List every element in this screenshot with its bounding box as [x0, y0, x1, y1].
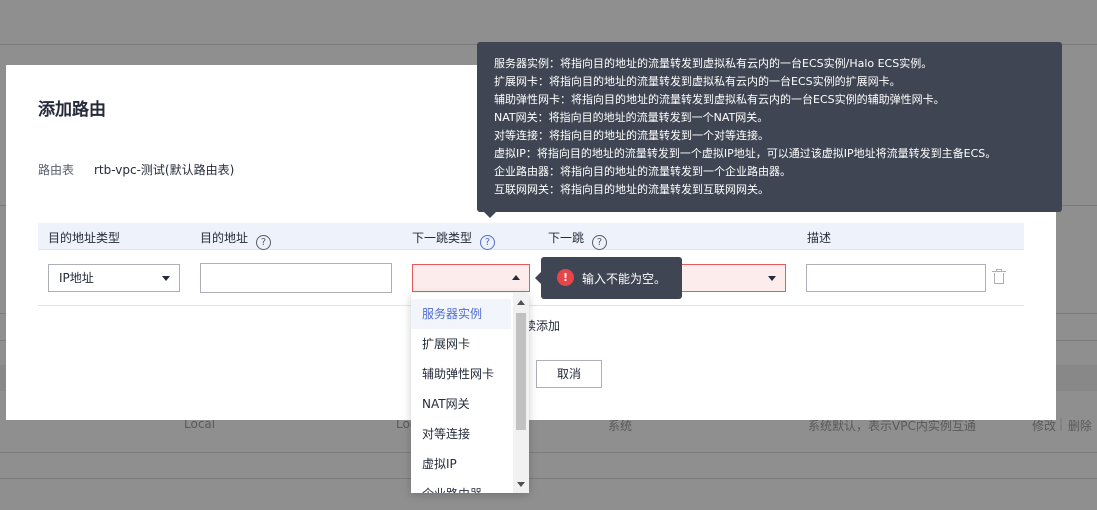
tooltip-caret: [484, 212, 496, 218]
tooltip-caret: [535, 272, 541, 284]
chevron-down-icon: [768, 276, 776, 281]
scroll-down-icon[interactable]: [517, 482, 525, 487]
error-tooltip: ! 输入不能为空。: [535, 257, 682, 299]
tooltip-line: 扩展网卡：将指向目的地址的流量转发到虚拟私有云内的一台ECS实例的扩展网卡。: [494, 75, 901, 88]
description-input[interactable]: [806, 264, 986, 292]
dropdown-option-extension-nic[interactable]: 扩展网卡: [411, 329, 511, 359]
dropdown-option-supplementary-nic[interactable]: 辅助弹性网卡: [411, 359, 511, 389]
tooltip-line: 服务器实例：将指向目的地址的流量转发到虚拟私有云内的一台ECS实例/Halo E…: [494, 57, 933, 70]
trash-icon[interactable]: [992, 269, 1006, 285]
row-divider: [38, 305, 1024, 306]
scrollbar-thumb[interactable]: [516, 313, 526, 430]
error-message: 输入不能为空。: [582, 272, 667, 286]
column-label: 目的地址: [200, 231, 249, 245]
tooltip-line: 辅助弹性网卡：将指向目的地址的流量转发到虚拟私有云内的一台ECS实例的辅助弹性网…: [494, 93, 945, 106]
dropdown-option-server-instance[interactable]: 服务器实例: [411, 299, 511, 329]
help-icon[interactable]: ?: [480, 235, 496, 250]
continue-add-link[interactable]: 续添加: [524, 317, 560, 334]
dropdown-option-virtual-ip[interactable]: 虚拟IP: [411, 449, 511, 479]
next-hop-type-select[interactable]: [412, 264, 530, 292]
column-next-hop-type: 下一跳类型?: [412, 229, 496, 250]
bg-divider: [0, 452, 1097, 453]
dropdown-scrollbar[interactable]: [513, 293, 529, 493]
chevron-up-icon: [512, 275, 520, 280]
next-hop-type-dropdown: 服务器实例 扩展网卡 辅助弹性网卡 NAT网关 对等连接 虚拟IP 企业路由器: [411, 293, 529, 493]
dropdown-option-enterprise-router[interactable]: 企业路由器: [411, 479, 511, 493]
bg-separator: |: [1059, 417, 1064, 431]
tooltip-line: 虚拟IP：将指向目的地址的流量转发到一个虚拟IP地址，可以通过该虚拟IP地址将流…: [494, 147, 997, 160]
column-dest: 目的地址?: [200, 229, 272, 250]
dest-type-value: IP地址: [59, 271, 94, 285]
column-dest-type: 目的地址类型: [48, 229, 120, 246]
tooltip-line: 互联网网关：将指向目的地址的流量转发到互联网网关。: [494, 183, 769, 196]
help-icon[interactable]: ?: [592, 235, 608, 250]
dest-address-input[interactable]: [200, 263, 392, 293]
cancel-button[interactable]: 取消: [536, 360, 602, 388]
dropdown-option-nat-gateway[interactable]: NAT网关: [411, 389, 511, 419]
bg-divider: [0, 478, 1097, 479]
column-label: 下一跳类型: [412, 231, 473, 245]
next-hop-type-help-tooltip: 服务器实例：将指向目的地址的流量转发到虚拟私有云内的一台ECS实例/Halo E…: [477, 42, 1062, 218]
error-icon: !: [557, 269, 574, 286]
column-description: 描述: [807, 229, 831, 246]
column-label: 目的地址类型: [48, 231, 121, 245]
help-icon[interactable]: ?: [256, 235, 272, 250]
bg-delete-link[interactable]: 删除: [1068, 417, 1092, 434]
tooltip-line: NAT网关：将指向目的地址的流量转发到一个NAT网关。: [494, 111, 769, 124]
column-label: 描述: [807, 231, 832, 245]
tooltip-line: 对等连接：将指向目的地址的流量转发到一个对等连接。: [494, 129, 769, 142]
dest-type-select[interactable]: IP地址: [48, 264, 180, 292]
scroll-up-icon[interactable]: [517, 300, 525, 305]
route-table-value: rtb-vpc-测试(默认路由表): [94, 163, 235, 177]
column-next-hop: 下一跳?: [548, 229, 608, 250]
route-table-header: 目的地址类型 目的地址? 下一跳类型? 下一跳? 描述: [38, 223, 1024, 250]
route-table-label: 路由表: [38, 163, 75, 177]
chevron-down-icon: [162, 276, 170, 281]
tooltip-line: 企业路由器：将指向目的地址的流量转发到一个企业路由器。: [494, 165, 791, 178]
dropdown-option-peering[interactable]: 对等连接: [411, 419, 511, 449]
dialog-title: 添加路由: [38, 100, 106, 120]
column-label: 下一跳: [548, 231, 585, 245]
